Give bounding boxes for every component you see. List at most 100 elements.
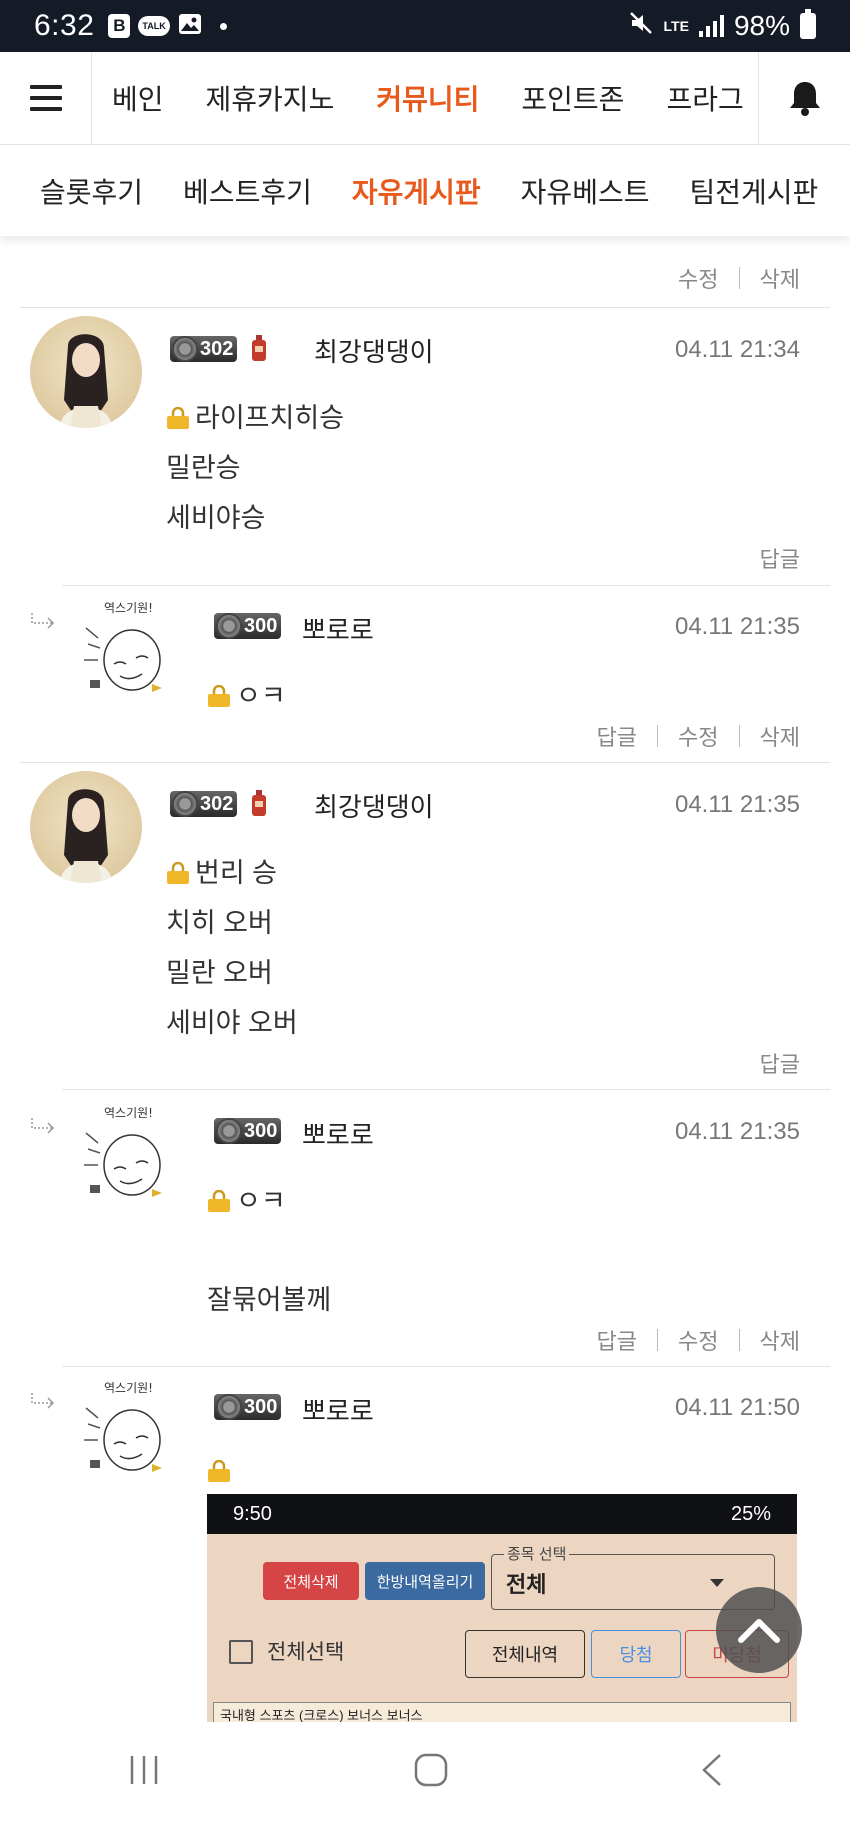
reply-arrow-icon bbox=[31, 613, 55, 629]
system-nav-bar bbox=[0, 1722, 850, 1823]
lock-icon bbox=[207, 1458, 231, 1482]
mute-icon bbox=[628, 10, 654, 43]
nav-item-pragmatic[interactable]: 프라그 bbox=[666, 78, 743, 118]
divider bbox=[20, 307, 830, 308]
lock-icon bbox=[207, 1188, 231, 1212]
comment-author[interactable]: 최강댕댕이 bbox=[314, 787, 434, 824]
recent-apps-icon[interactable] bbox=[126, 1754, 162, 1791]
svg-text:역스기원!: 역스기원! bbox=[104, 1106, 153, 1120]
comment-actions: 답글 수정 삭제 bbox=[597, 1324, 800, 1356]
lock-icon bbox=[207, 683, 231, 707]
attached-status-bar: 9:50 25% bbox=[207, 1494, 797, 1534]
reply-arrow-icon bbox=[31, 1393, 55, 1409]
nav-item-bain[interactable]: 베인 bbox=[112, 78, 164, 118]
lock-icon bbox=[166, 860, 190, 884]
status-time: 6:32 bbox=[34, 9, 95, 42]
divider bbox=[20, 762, 830, 763]
comment-line: 잘묶어볼께 bbox=[207, 1285, 332, 1315]
comment-line: ㅇㅋ bbox=[207, 674, 286, 713]
svg-text:역스기원!: 역스기원! bbox=[104, 601, 153, 615]
delete-button[interactable]: 삭제 bbox=[760, 262, 800, 294]
potion-icon bbox=[252, 335, 267, 361]
reply-button[interactable]: 답글 bbox=[597, 720, 637, 752]
battery-icon bbox=[800, 9, 816, 39]
nav-item-partner-casino[interactable]: 제휴카지노 bbox=[206, 78, 335, 118]
comment-line: 치히 오버 bbox=[166, 908, 273, 938]
avatar[interactable]: 역스기원! bbox=[80, 1103, 176, 1203]
comment-date: 04.11 21:35 bbox=[674, 791, 800, 818]
comment-author[interactable]: 뽀로로 bbox=[302, 1115, 374, 1152]
home-icon[interactable] bbox=[414, 1753, 448, 1792]
user-level-badge: 302 bbox=[170, 333, 267, 365]
user-level-badge: 300 bbox=[214, 1391, 282, 1423]
back-icon[interactable] bbox=[700, 1753, 724, 1792]
comment-actions: 답글 수정 삭제 bbox=[597, 720, 800, 752]
delete-button[interactable]: 삭제 bbox=[760, 720, 800, 752]
user-level-badge: 300 bbox=[214, 610, 282, 642]
avatar[interactable] bbox=[30, 316, 142, 428]
select-all-label: 전체선택 bbox=[267, 1641, 345, 1664]
reply-arrow-icon bbox=[31, 1118, 55, 1134]
comment-line: 세비야 오버 bbox=[166, 1008, 298, 1038]
lte-icon: LTE bbox=[663, 17, 689, 34]
tab-win: 당첨 bbox=[591, 1630, 681, 1678]
reply-button[interactable]: 답글 bbox=[760, 542, 800, 574]
status-bar: 6:32 B TALK LTE 98% bbox=[0, 0, 850, 52]
user-level-badge: 302 bbox=[170, 788, 267, 820]
svg-text:역스기원!: 역스기원! bbox=[104, 1381, 153, 1395]
signal-icon bbox=[698, 15, 724, 37]
comment-author[interactable]: 뽀로로 bbox=[302, 1391, 374, 1428]
edit-button[interactable]: 수정 bbox=[678, 720, 718, 752]
edit-button[interactable]: 수정 bbox=[678, 1324, 718, 1356]
menu-icon[interactable] bbox=[0, 51, 92, 145]
avatar[interactable]: 역스기원! bbox=[80, 1378, 176, 1478]
reply-button[interactable]: 답글 bbox=[760, 1047, 800, 1079]
divider bbox=[62, 1089, 830, 1090]
avatar[interactable]: 역스기원! bbox=[80, 598, 176, 698]
tab-free-board[interactable]: 자유게시판 bbox=[352, 171, 481, 211]
tab-slot-review[interactable]: 슬롯후기 bbox=[40, 171, 143, 211]
comment-line bbox=[207, 1458, 236, 1482]
comment-actions: 답글 bbox=[760, 1047, 800, 1079]
scroll-top-button[interactable] bbox=[716, 1587, 802, 1673]
checkbox bbox=[229, 1640, 253, 1664]
delete-button[interactable]: 삭제 bbox=[760, 1324, 800, 1356]
comment-line: 세비야승 bbox=[166, 503, 266, 533]
comment-line: 밀란승 bbox=[166, 453, 241, 483]
avatar[interactable] bbox=[30, 771, 142, 883]
comment-date: 04.11 21:35 bbox=[674, 613, 800, 640]
tab-free-best[interactable]: 자유베스트 bbox=[521, 171, 650, 211]
bet-row: 국내형 스포츠 (크로스) 보너스 보너스 bbox=[213, 1702, 791, 1722]
main-nav: 베인 제휴카지노 커뮤니티 포인트존 프라그 bbox=[0, 51, 850, 145]
sub-nav: 슬롯후기 베스트후기 자유게시판 자유베스트 팀전게시판 bbox=[0, 146, 850, 236]
chevron-up-icon bbox=[738, 1619, 780, 1643]
bell-icon[interactable] bbox=[758, 51, 850, 145]
notification-dot-icon bbox=[219, 22, 227, 30]
gallery-icon bbox=[178, 12, 202, 41]
reply-button[interactable]: 답글 bbox=[597, 1324, 637, 1356]
comment-line: 라이프치히승 bbox=[166, 396, 344, 435]
edit-button[interactable]: 수정 bbox=[678, 262, 718, 294]
potion-icon bbox=[252, 790, 267, 816]
comment-line: ㅇㅋ bbox=[207, 1179, 286, 1218]
user-level-badge: 300 bbox=[214, 1115, 282, 1147]
comment-date: 04.11 21:35 bbox=[674, 1118, 800, 1145]
battery-percent: 98% bbox=[733, 10, 790, 41]
nav-item-point-zone[interactable]: 포인트존 bbox=[521, 78, 624, 118]
comment-date: 04.11 21:50 bbox=[674, 1394, 800, 1421]
comment-line: 밀란 오버 bbox=[166, 958, 273, 988]
tab-all-history: 전체내역 bbox=[465, 1630, 585, 1678]
comment-author[interactable]: 최강댕댕이 bbox=[314, 332, 434, 369]
comment-actions: 답글 bbox=[760, 542, 800, 574]
comment-author[interactable]: 뽀로로 bbox=[302, 610, 374, 647]
comment-line: 번리 승 bbox=[166, 851, 277, 890]
attached-screenshot[interactable]: 9:50 25% 전체삭제 한방내역올리기 종목 선택 전체 전체선택 전체내역… bbox=[207, 1494, 797, 1722]
prev-comment-actions: 수정 삭제 bbox=[678, 262, 800, 294]
divider bbox=[62, 585, 830, 586]
upload-button: 한방내역올리기 bbox=[365, 1562, 485, 1600]
tab-team-board[interactable]: 팀전게시판 bbox=[689, 171, 818, 211]
comment-date: 04.11 21:34 bbox=[674, 336, 800, 363]
tab-best-review[interactable]: 베스트후기 bbox=[183, 171, 312, 211]
chevron-down-icon bbox=[710, 1579, 724, 1587]
nav-item-community[interactable]: 커뮤니티 bbox=[376, 78, 479, 118]
